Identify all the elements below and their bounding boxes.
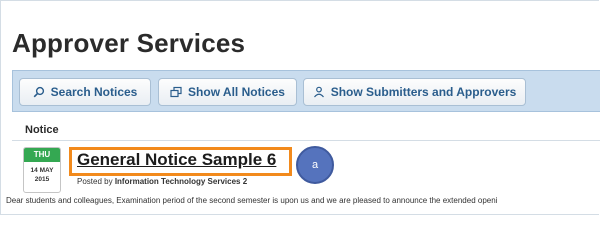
annotation-marker: a [296, 146, 334, 184]
notice-column-header: Notice [25, 124, 59, 136]
posted-by-prefix: Posted by [77, 177, 113, 186]
show-submitters-approvers-button[interactable]: Show Submitters and Approvers [303, 78, 526, 106]
person-icon [313, 86, 324, 98]
date-year: 2015 [34, 176, 50, 183]
header-divider [12, 140, 600, 141]
notice-title-link[interactable]: General Notice Sample 6 [77, 150, 276, 170]
search-notices-button[interactable]: Search Notices [19, 78, 151, 106]
search-icon [33, 86, 44, 98]
notice-posted-by: Posted by Information Technology Service… [77, 177, 247, 186]
date-day-month: 14 MAY [30, 167, 54, 174]
date-badge: THU 14 MAY 2015 [23, 147, 61, 193]
search-notices-label: Search Notices [50, 85, 138, 99]
show-all-notices-button[interactable]: Show All Notices [158, 78, 297, 106]
show-submitters-approvers-label: Show Submitters and Approvers [330, 85, 517, 99]
notice-excerpt: Dear students and colleagues, Examinatio… [6, 196, 498, 205]
notice-author: Information Technology Services 2 [114, 177, 248, 186]
toolbar: Search Notices Show All Notices Show Sub… [12, 70, 600, 112]
stack-icon [170, 86, 182, 98]
date-day-of-week: THU [24, 148, 60, 162]
show-all-notices-label: Show All Notices [188, 85, 285, 99]
page-title: Approver Services [12, 28, 246, 58]
